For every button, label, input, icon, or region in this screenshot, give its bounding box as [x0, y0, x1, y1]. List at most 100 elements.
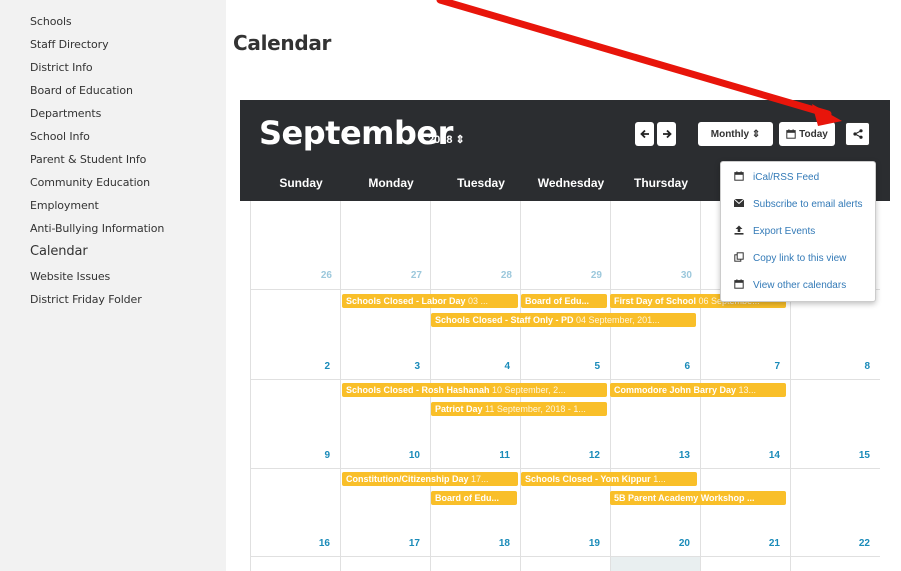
day-number: 3 — [414, 361, 420, 372]
day-cell[interactable]: 22 — [790, 469, 880, 557]
day-number: 21 — [768, 538, 780, 549]
day-number: 13 — [678, 450, 690, 461]
day-number: 6 — [684, 361, 690, 372]
sidebar-item-district-info[interactable]: District Info — [30, 61, 93, 74]
event-date: 1... — [653, 474, 666, 484]
day-number: 7 — [774, 361, 780, 372]
event-title: Patriot Day — [435, 404, 483, 414]
upload-icon — [733, 225, 745, 238]
day-cell[interactable]: 9 — [250, 380, 340, 469]
prev-month-button[interactable] — [635, 122, 654, 146]
day-number: 29 — [590, 270, 602, 281]
weekday-header: Monday — [368, 176, 414, 190]
arrow-left-icon — [639, 129, 649, 139]
weekday-header: Thursday — [633, 176, 688, 190]
sidebar-item-schools[interactable]: Schools — [30, 15, 72, 28]
sidebar-item-staff-directory[interactable]: Staff Directory — [30, 38, 109, 51]
event-date: 13... — [738, 385, 757, 395]
day-cell[interactable]: 29 — [520, 201, 610, 290]
day-number: 10 — [408, 450, 420, 461]
menu-item-label: View other calendars — [753, 279, 847, 291]
envelope-icon — [733, 198, 745, 210]
day-cell[interactable]: 2 — [250, 290, 340, 380]
today-button[interactable]: Today — [779, 122, 835, 146]
menu-item-copy-link[interactable]: Copy link to this view — [721, 245, 875, 271]
sidebar-item-departments[interactable]: Departments — [30, 107, 101, 120]
event-title: Schools Closed - Rosh Hashanah — [346, 385, 490, 395]
day-number: 28 — [500, 270, 512, 281]
day-cell[interactable] — [700, 557, 790, 571]
sidebar-item-district-friday-folder[interactable]: District Friday Folder — [30, 293, 142, 306]
view-select-button[interactable]: Monthly ⇕ — [698, 122, 773, 146]
calendar-event[interactable]: Commodore John Barry Day 13... — [610, 383, 786, 397]
day-number: 8 — [864, 361, 870, 372]
sort-caret-icon: ⇕ — [455, 134, 465, 146]
share-button[interactable] — [845, 122, 870, 146]
day-cell[interactable] — [250, 557, 340, 571]
menu-item-view-other-calendars[interactable]: View other calendars — [721, 272, 875, 298]
next-month-button[interactable] — [657, 122, 676, 146]
sidebar-item-board-of-education[interactable]: Board of Education — [30, 84, 133, 97]
day-cell[interactable]: 26 — [250, 201, 340, 290]
day-cell[interactable] — [610, 557, 700, 571]
day-cell[interactable]: 16 — [250, 469, 340, 557]
day-cell[interactable]: 27 — [340, 201, 430, 290]
share-menu: iCal/RSS Feed Subscribe to email alerts … — [720, 161, 876, 302]
month-title: September — [259, 114, 453, 152]
day-cell[interactable] — [430, 557, 520, 571]
day-number: 17 — [408, 538, 420, 549]
menu-item-label: Subscribe to email alerts — [753, 198, 863, 210]
sidebar-item-employment[interactable]: Employment — [30, 199, 99, 212]
sidebar-item-parent-student-info[interactable]: Parent & Student Info — [30, 153, 146, 166]
day-cell[interactable]: 30 — [610, 201, 700, 290]
day-number: 20 — [678, 538, 690, 549]
event-title: Commodore John Barry Day — [614, 385, 737, 395]
calendar-event[interactable]: Board of Edu... — [521, 294, 607, 308]
sidebar-item-website-issues[interactable]: Website Issues — [30, 270, 110, 283]
day-cell[interactable]: 15 — [790, 380, 880, 469]
day-number: 15 — [858, 450, 870, 461]
calendar-event[interactable]: Constitution/Citizenship Day 17... — [342, 472, 518, 486]
day-number: 2 — [324, 361, 330, 372]
event-title: 5B Parent Academy Workshop ... — [614, 493, 755, 503]
calendar-event[interactable]: 5B Parent Academy Workshop ... — [610, 491, 786, 505]
sort-caret-icon: ⇕ — [751, 128, 761, 140]
sidebar-item-community-education[interactable]: Community Education — [30, 176, 150, 189]
today-label: Today — [799, 128, 828, 140]
sidebar-item-anti-bullying[interactable]: Anti-Bullying Information — [30, 222, 164, 235]
weekday-header: Wednesday — [537, 176, 605, 190]
menu-item-subscribe-email[interactable]: Subscribe to email alerts — [721, 191, 875, 217]
calendar-event[interactable]: Schools Closed - Rosh Hashanah 10 Septem… — [342, 383, 607, 397]
day-cell[interactable]: 21 — [700, 469, 790, 557]
calendar-event[interactable]: Patriot Day 11 September, 2018 - 1... — [431, 402, 607, 416]
day-number: 30 — [680, 270, 692, 281]
calendar-event[interactable]: Schools Closed - Yom Kippur 1... — [521, 472, 697, 486]
sidebar: Schools Staff Directory District Info Bo… — [0, 0, 226, 571]
calendar-event[interactable]: Schools Closed - Staff Only - PD 04 Sept… — [431, 313, 696, 327]
year-select[interactable]: 2018 ⇕ — [428, 133, 465, 146]
sidebar-item-calendar[interactable]: Calendar — [30, 244, 88, 259]
weekday-header: Sunday — [279, 176, 323, 190]
year-label: 2018 — [428, 134, 453, 146]
day-cell[interactable] — [340, 557, 430, 571]
day-cell[interactable]: 28 — [430, 201, 520, 290]
sidebar-item-school-info[interactable]: School Info — [30, 130, 90, 143]
event-title: Board of Edu... — [525, 296, 589, 306]
event-title: First Day of School — [614, 296, 697, 306]
menu-item-export-events[interactable]: Export Events — [721, 218, 875, 244]
day-cell[interactable]: 8 — [790, 290, 880, 380]
day-cell[interactable] — [520, 557, 610, 571]
day-number: 5 — [594, 361, 600, 372]
day-number: 19 — [588, 538, 600, 549]
event-title: Schools Closed - Yom Kippur — [525, 474, 651, 484]
event-title: Schools Closed - Staff Only - PD — [435, 315, 574, 325]
calendar-icon — [733, 278, 745, 292]
calendar-event[interactable]: Schools Closed - Labor Day 03 ... — [342, 294, 518, 308]
day-number: 22 — [858, 538, 870, 549]
view-label: Monthly — [710, 128, 750, 140]
copy-link-icon — [733, 251, 745, 265]
day-cell[interactable] — [790, 557, 880, 571]
calendar-event[interactable]: Board of Edu... — [431, 491, 517, 505]
day-number: 18 — [498, 538, 510, 549]
menu-item-ical-rss-feed[interactable]: iCal/RSS Feed — [721, 164, 875, 190]
